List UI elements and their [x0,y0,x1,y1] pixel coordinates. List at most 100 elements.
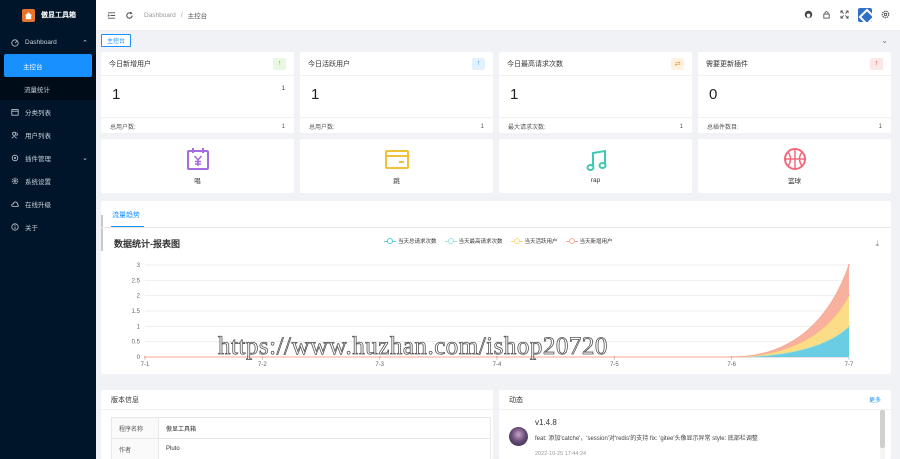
legend-label: 当天新增用户 [579,239,613,245]
stat-value: 1 [112,86,121,103]
sidebar-item-label: 分类列表 [25,109,51,117]
data-point [730,356,733,358]
legend-marker [444,238,457,244]
chart-legend: 当天总请求次数 当天最高请求次数 当天活跃用户 当天新增用户 [384,237,613,245]
stat-foot-value: 1 [679,123,683,130]
user-avatar[interactable] [858,8,872,22]
y-tick-label: 2.5 [132,278,141,284]
app-title: 傲显工具箱 [41,12,76,19]
stat-value: 0 [709,86,718,103]
stat-title: 需要更新插件 [706,60,748,68]
tile-sing[interactable]: 唱 [101,139,294,193]
brand[interactable]: 傲显工具箱 [0,0,96,30]
tile-label: 篮球 [788,178,801,185]
tags-bar: 主控台 ⌄ [96,31,900,50]
legend-label: 当天最高请求次数 [458,239,503,245]
sidebar-item-console[interactable]: 主控台 [4,54,92,77]
data-point [144,356,146,358]
sidebar: 傲显工具箱 Dashboard ⌃ 主控台 流量统计 分类列表 用户列表 插件管… [0,0,96,459]
legend-marker [510,238,523,244]
sidebar-item-traffic[interactable]: 流量统计 [0,77,96,100]
tile-label: 唱 [194,178,201,185]
lock-icon[interactable] [822,10,831,21]
x-tick-label: 7-7 [845,362,854,368]
stat-card-active-users: 今日活跃用户 ↑ 1 总用户数: 1 [300,52,493,133]
card-title: 版本信息 [111,396,139,404]
sidebar-item-label: 系统设置 [25,178,51,186]
stat-title: 今日最高请求次数 [507,60,563,68]
stat-foot-value: 1 [480,123,484,130]
download-icon[interactable]: ⤓ [875,239,879,249]
sidebar-item-label: 在线升级 [25,201,51,209]
breadcrumb-current: 主控台 [187,13,208,20]
stat-foot-label: 总用户数: [309,125,335,131]
legend-label: 当天总请求次数 [398,239,437,245]
music-note-icon [586,149,606,171]
legend-item-max-requests[interactable]: 当天最高请求次数 [444,237,503,245]
arrow-up-icon: ↑ [472,57,485,70]
scrollbar-thumb[interactable] [880,410,885,448]
x-tick-label: 7-4 [493,362,502,368]
y-tick-label: 1 [137,324,141,330]
tile-dance[interactable]: 跳 [300,139,493,193]
chevron-down-icon[interactable]: ⌄ [881,36,888,45]
y-tick-label: 3 [137,263,141,269]
home-logo-icon [22,8,35,22]
table-row: 程序名称 傲显工具箱 [111,417,491,439]
calendar-yen-icon [186,148,209,170]
legend-item-new-users[interactable]: 当天新增用户 [565,237,613,245]
sidebar-item-plugins[interactable]: 插件管理 ⌄ [0,146,96,169]
basketball-icon [783,148,806,170]
stat-value: 1 [510,86,519,103]
refresh-icon[interactable] [122,8,136,22]
breadcrumb-root[interactable]: Dashboard [144,12,176,19]
sidebar-item-categories[interactable]: 分类列表 [0,100,96,123]
fullscreen-icon[interactable] [840,9,849,21]
top-header: Dashboard / 主控台 [96,0,900,31]
info-icon [11,222,19,231]
table-value: Pluto [158,438,491,459]
github-icon[interactable] [804,10,813,21]
tag-console[interactable]: 主控台 [101,34,132,47]
legend-label: 当天活跃用户 [524,239,558,245]
plugin-icon [11,154,19,161]
tile-label: rap [590,176,601,184]
stat-title: 今日新增用户 [109,60,151,68]
settings-gear-icon[interactable] [881,10,890,21]
left-accent-bar [101,215,103,251]
activity-feed-card: 动态 更多 v1.4.8 feat: 添加'catche'，'session'对… [499,390,891,459]
data-point [848,264,850,266]
x-tick-label: 7-2 [258,362,267,368]
sidebar-item-settings[interactable]: 系统设置 [0,169,96,192]
tile-label: 跳 [393,178,400,185]
sidebar-item-users[interactable]: 用户列表 [0,123,96,146]
tile-basketball[interactable]: 篮球 [698,139,891,193]
menu-fold-icon[interactable] [104,8,118,22]
chevron-up-icon: ⌃ [82,39,88,47]
traffic-chart-card: 流量趋势 数据统计-报表图 当天总请求次数 当天最高请求次数 当天活跃用户 当天… [101,201,891,374]
sidebar-item-dashboard[interactable]: Dashboard ⌃ [0,31,96,54]
swap-icon: ⇄ [671,57,684,70]
tab-traffic-trend[interactable]: 流量趋势 [112,210,140,220]
wallet-icon [384,150,409,169]
legend-item-total-requests[interactable]: 当天总请求次数 [384,237,437,245]
header-actions [804,8,900,22]
more-link[interactable]: 更多 [869,395,881,404]
x-tick-label: 7-1 [141,362,150,368]
table-value: 傲显工具箱 [158,417,491,439]
sidebar-item-upgrade[interactable]: 在线升级 [0,192,96,215]
x-tick-label: 7-6 [727,362,736,368]
version-table: 程序名称 傲显工具箱 作者 Pluto [111,417,491,459]
dashboard-submenu: 主控台 流量统计 [0,54,96,100]
y-tick-label: 0.5 [132,340,141,346]
arrow-up-icon: ↑ [870,57,883,70]
legend-item-active-users[interactable]: 当天活跃用户 [510,237,558,245]
tile-rap[interactable]: rap [499,139,692,193]
stat-small-value: 1 [281,86,285,92]
users-icon [11,131,18,138]
sidebar-item-label: Dashboard [25,39,57,46]
legend-marker [565,238,578,244]
sidebar-item-about[interactable]: 关于 [0,215,96,238]
x-tick-label: 7-5 [610,362,619,368]
y-tick-label: 1.5 [132,309,141,315]
